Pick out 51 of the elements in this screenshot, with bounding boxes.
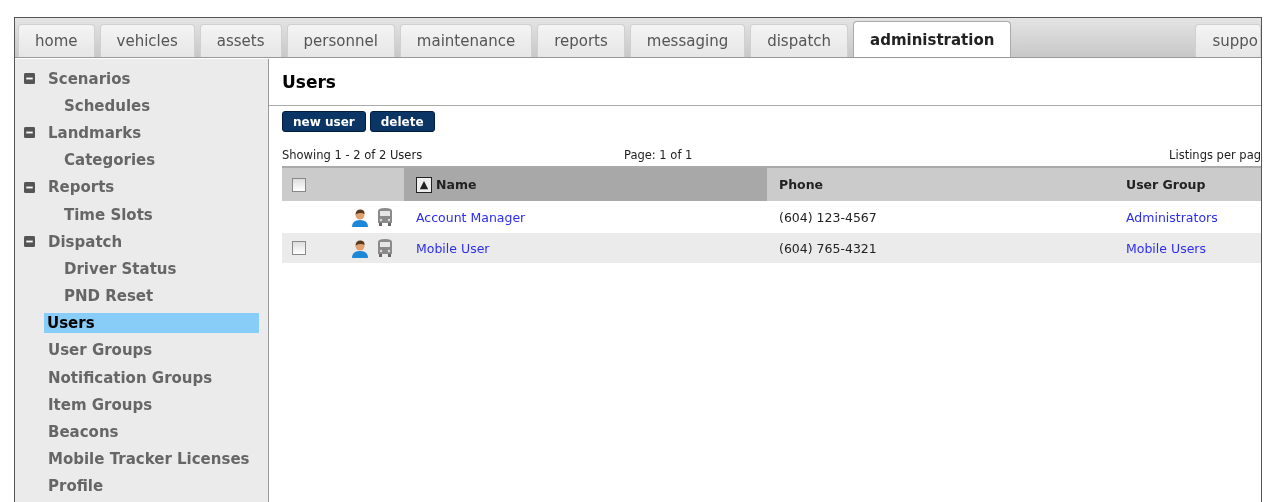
nav-tab[interactable]: personnel xyxy=(286,24,395,57)
action-button[interactable]: new user xyxy=(282,111,366,132)
sidebar-item[interactable]: User Groups xyxy=(46,340,155,361)
row-checkbox[interactable] xyxy=(292,241,306,255)
table-cell: (604) 765-4321 xyxy=(779,240,877,256)
sidebar-item[interactable]: Notification Groups xyxy=(46,367,215,388)
page-title: Users xyxy=(282,72,336,92)
page-indicator: Page: 1 of 1 xyxy=(624,148,694,162)
user-name-link[interactable]: Mobile User xyxy=(416,240,490,256)
column-header[interactable]: Phone xyxy=(767,166,1114,201)
nav-tab[interactable]: suppo xyxy=(1195,24,1261,57)
nav-tab[interactable]: dispatch xyxy=(750,24,849,57)
table-cell: (604) 123-4567 xyxy=(779,209,877,225)
sidebar-item[interactable]: Beacons xyxy=(46,422,121,443)
sidebar-item[interactable]: Landmarks xyxy=(46,122,144,143)
sidebar-item[interactable]: Time Slots xyxy=(62,204,155,225)
listings-label: Listings per pag xyxy=(1169,148,1261,162)
nav-tab[interactable]: vehicles xyxy=(99,24,195,57)
sidebar-item[interactable]: Driver Status xyxy=(62,258,179,279)
sidebar-item[interactable]: Item Groups xyxy=(46,394,155,415)
nav-tab[interactable]: maintenance xyxy=(399,24,533,57)
sidebar-item[interactable]: Schedules xyxy=(62,95,153,116)
person-icon[interactable] xyxy=(350,238,370,258)
user-name-link[interactable]: Account Manager xyxy=(416,209,526,225)
person-icon[interactable] xyxy=(350,207,370,227)
sidebar-item[interactable]: Scenarios xyxy=(46,68,133,89)
result-count: Showing 1 - 2 of 2 Users xyxy=(282,148,424,162)
collapse-icon[interactable] xyxy=(24,73,35,85)
bus-icon[interactable] xyxy=(375,238,395,258)
column-header[interactable]: ▲ Name xyxy=(404,166,767,201)
sidebar-item[interactable]: Mobile Tracker Licenses xyxy=(46,449,252,470)
bus-icon[interactable] xyxy=(375,207,395,227)
nav-tab[interactable]: messaging xyxy=(629,24,746,57)
collapse-icon[interactable] xyxy=(24,127,35,139)
collapse-icon[interactable] xyxy=(24,181,35,193)
sidebar-item[interactable]: Users xyxy=(44,313,259,334)
nav-tab[interactable]: home xyxy=(18,24,95,57)
nav-tab[interactable]: assets xyxy=(199,24,282,57)
user-group-link[interactable]: Administrators xyxy=(1126,209,1218,225)
select-all-checkbox[interactable] xyxy=(292,177,306,192)
column-header[interactable]: User Group xyxy=(1114,166,1261,201)
sidebar-item[interactable]: Dispatch xyxy=(46,231,125,252)
collapse-icon[interactable] xyxy=(24,236,35,248)
nav-tab[interactable]: administration xyxy=(853,21,1012,57)
sidebar-item[interactable]: PND Reset xyxy=(62,286,156,307)
sidebar-item[interactable]: Reports xyxy=(46,177,117,198)
sidebar-item[interactable]: Categories xyxy=(62,150,158,171)
nav-tab[interactable]: reports xyxy=(537,24,625,57)
action-button[interactable]: delete xyxy=(369,111,435,132)
sidebar-item[interactable]: Profile xyxy=(46,476,106,497)
sort-icon[interactable]: ▲ xyxy=(416,176,432,193)
